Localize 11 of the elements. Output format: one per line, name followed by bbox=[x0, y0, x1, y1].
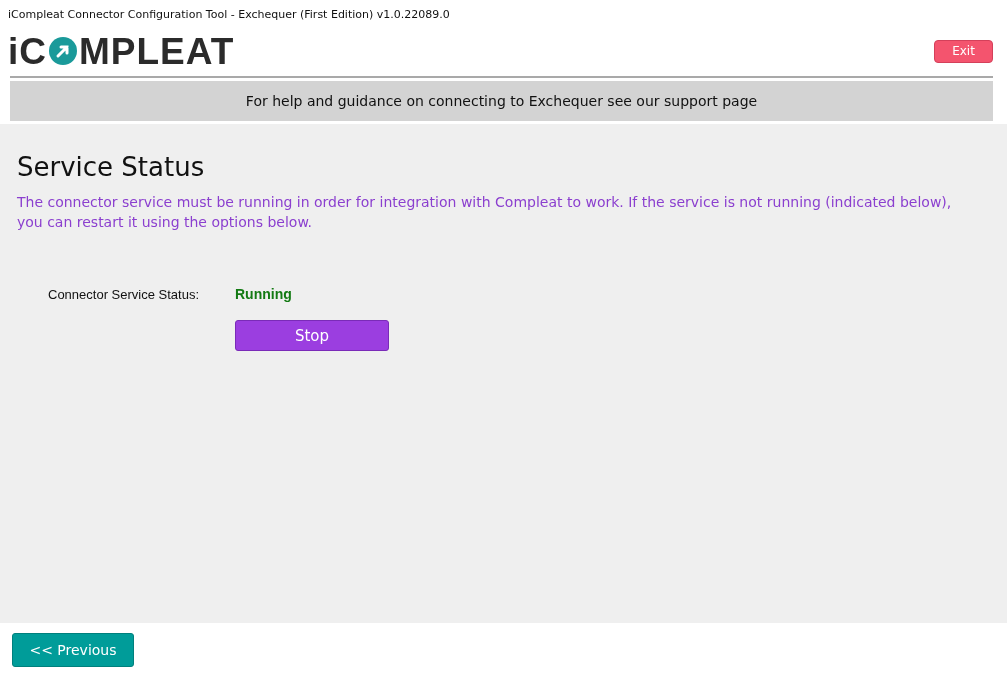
previous-button[interactable]: << Previous bbox=[12, 632, 134, 667]
status-value: Running bbox=[235, 286, 292, 302]
status-label: Connector Service Status: bbox=[48, 286, 201, 302]
page-heading: Service Status bbox=[17, 152, 206, 182]
stop-button[interactable]: Stop bbox=[235, 320, 389, 351]
logo-text: iC bbox=[8, 32, 47, 70]
window-title: iCompleat Connector Configuration Tool - Exchequer (First Edition) v1.0.22089.0 bbox=[8, 7, 450, 21]
help-bar: For help and guidance on connecting to Exchequer see our support page bbox=[10, 81, 993, 121]
exit-button[interactable]: Exit bbox=[934, 39, 993, 63]
logo-text: MPLEAT bbox=[79, 32, 235, 70]
description-text: The connector service must be running in order for integration with Compleat to work. If the service is not running (indicated below), you can restart it using the options below. bbox=[17, 193, 953, 232]
